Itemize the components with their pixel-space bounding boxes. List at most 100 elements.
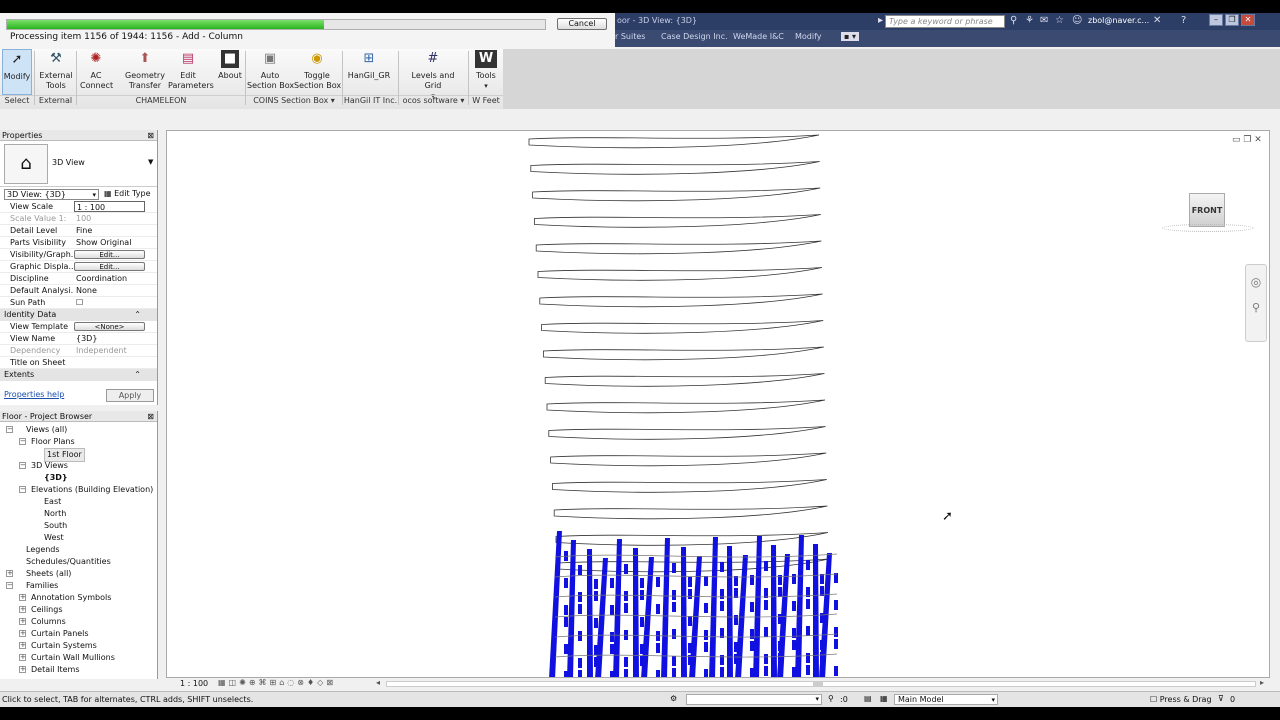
type-selector[interactable]: ⌂ 3D View ▼	[0, 141, 157, 187]
user-name[interactable]: zbol@naver.c...	[1088, 16, 1149, 25]
property-value[interactable]: Fine	[74, 225, 145, 236]
property-row[interactable]: Parts Visibility Show Original	[0, 237, 157, 249]
property-row[interactable]: Dependency Independent	[0, 345, 157, 357]
property-value[interactable]	[74, 357, 145, 368]
ac-connect-button[interactable]: ✺ AC Connect	[80, 49, 113, 91]
property-value[interactable]: None	[74, 285, 145, 296]
section-extents[interactable]: Extents ⌃	[0, 369, 157, 381]
steering-wheel-icon[interactable]: ◎	[1246, 275, 1266, 289]
tab-modify[interactable]: Modify	[795, 32, 822, 41]
subscription-icon[interactable]: ⚘	[1025, 15, 1034, 26]
browser-node[interactable]: North	[0, 508, 157, 520]
property-value[interactable]: 1 : 100	[74, 201, 145, 212]
property-value[interactable]: Coordination	[74, 273, 145, 284]
expand-icon[interactable]: +	[19, 630, 26, 637]
expand-icon[interactable]: +	[19, 618, 26, 625]
panel-label-hangil[interactable]: HanGil IT Inc.	[343, 95, 398, 106]
property-row[interactable]: View Template <None>	[0, 321, 157, 333]
property-edit-button[interactable]: <None>	[74, 322, 145, 331]
press-drag-toggle[interactable]: ☐ Press & Drag	[1150, 695, 1212, 704]
chevron-down-icon[interactable]: ▼	[148, 158, 153, 166]
edit-type-button[interactable]: ▦ Edit Type	[104, 189, 151, 198]
close-icon[interactable]: ⊠	[147, 130, 154, 141]
hangil-gr-button[interactable]: ⊞ HanGil_GR	[346, 49, 392, 81]
property-value[interactable]: Independent	[74, 345, 145, 356]
design-option-dropdown[interactable]: Main Model ▾	[894, 694, 998, 705]
browser-node[interactable]: 1st Floor	[0, 448, 157, 462]
communication-icon[interactable]: ✉	[1040, 15, 1048, 26]
external-tools-button[interactable]: ⚒ External Tools	[38, 49, 74, 91]
expand-icon[interactable]: +	[19, 594, 26, 601]
geometry-transfer-button[interactable]: ⬆ Geometry Transfer	[124, 49, 166, 91]
workset-dropdown[interactable]: ▾	[686, 694, 822, 705]
zoom-icon[interactable]: ⚲	[1246, 301, 1266, 314]
restore-button[interactable]: ❐	[1225, 14, 1239, 26]
browser-node[interactable]: + Curtain Wall Mullions	[0, 652, 157, 664]
expand-icon[interactable]: +	[19, 606, 26, 613]
scroll-left-icon[interactable]: ◂	[376, 678, 380, 687]
instance-selector[interactable]: 3D View: {3D} ▾	[4, 189, 99, 200]
worksets-icon[interactable]: ⚙	[670, 694, 677, 703]
filter-icon[interactable]: ⚲	[828, 694, 834, 703]
navigation-bar[interactable]: ◎ ⚲	[1245, 264, 1267, 342]
close-icon[interactable]: ⊠	[147, 411, 154, 422]
property-value[interactable]: {3D}	[74, 333, 145, 344]
property-value[interactable]: Show Original	[74, 237, 145, 248]
browser-node[interactable]: East	[0, 496, 157, 508]
section-identity-data[interactable]: Identity Data ⌃	[0, 309, 157, 321]
view-control-icons[interactable]: ▦◫✺⊕⌘⊞⌂◌⊗♦◇⊠	[218, 678, 336, 687]
close-button[interactable]: ✕	[1241, 14, 1255, 26]
favorites-star-icon[interactable]: ☆	[1055, 15, 1064, 26]
browser-node[interactable]: + Detail Items	[0, 664, 157, 676]
tab-options-dropdown[interactable]: ▪ ▾	[841, 32, 859, 41]
panel-label-wfeet[interactable]: W Feet	[469, 95, 503, 106]
property-row[interactable]: Discipline Coordination	[0, 273, 157, 285]
collapse-icon[interactable]: −	[6, 426, 13, 433]
browser-node[interactable]: West	[0, 532, 157, 544]
help-icon[interactable]: ?	[1181, 15, 1186, 26]
expand-arrow-icon[interactable]: ▸	[878, 15, 883, 26]
3d-view-canvas[interactable]: ▭ ❐ ✕ FRONT ◎ ⚲	[166, 130, 1270, 678]
edit-parameters-button[interactable]: ▤ Edit Parameters	[168, 49, 214, 91]
search-input[interactable]: Type a keyword or phrase	[885, 15, 1005, 28]
property-row[interactable]: Title on Sheet	[0, 357, 157, 369]
browser-node[interactable]: South	[0, 520, 157, 532]
exchange-icon[interactable]: ✕	[1153, 15, 1161, 26]
scrollbar-thumb[interactable]	[813, 682, 823, 686]
panel-label-external[interactable]: External	[35, 95, 76, 106]
tab-case-design[interactable]: Case Design Inc.	[661, 32, 728, 41]
browser-node[interactable]: − Elevations (Building Elevation)	[0, 484, 157, 496]
property-value[interactable]: ☐	[74, 297, 145, 308]
property-row[interactable]: Default Analysi... None	[0, 285, 157, 297]
cancel-button[interactable]: Cancel	[557, 18, 607, 30]
browser-node[interactable]: + Curtain Panels	[0, 628, 157, 640]
property-row[interactable]: Visibility/Graph... Edit...	[0, 249, 157, 261]
view-window-controls[interactable]: ▭ ❐ ✕	[1232, 135, 1262, 145]
design-options-icon[interactable]: ▦	[880, 694, 888, 703]
browser-node[interactable]: − Floor Plans	[0, 436, 157, 448]
auto-section-box-button[interactable]: ▣ Auto Section Box	[247, 49, 294, 91]
horizontal-scrollbar[interactable]	[386, 681, 1256, 687]
levels-and-grid-button[interactable]: # Levels and Grid ▾	[402, 49, 464, 101]
scroll-right-icon[interactable]: ▸	[1260, 678, 1264, 687]
tab-suites[interactable]: r Suites	[615, 32, 645, 41]
panel-label-chameleon[interactable]: CHAMELEON	[77, 95, 245, 106]
browser-node[interactable]: − Families	[0, 580, 157, 592]
property-row[interactable]: Detail Level Fine	[0, 225, 157, 237]
expand-icon[interactable]: +	[19, 666, 26, 673]
w-tools-button[interactable]: W Tools ▾	[472, 49, 500, 91]
property-row[interactable]: Sun Path ☐	[0, 297, 157, 309]
panel-label-ocos[interactable]: ocos software ▾	[399, 95, 468, 106]
expand-icon[interactable]: +	[19, 654, 26, 661]
view-scale[interactable]: 1 : 100	[180, 679, 208, 688]
browser-node[interactable]: −3D Views	[0, 460, 157, 472]
viewcube-compass[interactable]	[1162, 224, 1254, 232]
property-edit-button[interactable]: Edit...	[74, 262, 145, 271]
about-button[interactable]: ■ About	[216, 49, 244, 81]
collapse-icon[interactable]: −	[19, 462, 26, 469]
tab-wemade[interactable]: WeMade I&C	[733, 32, 784, 41]
modify-button[interactable]: ➚ Modify	[2, 49, 32, 95]
property-row[interactable]: View Name {3D}	[0, 333, 157, 345]
minimize-button[interactable]: –	[1209, 14, 1223, 26]
property-row[interactable]: Scale Value 1: 100	[0, 213, 157, 225]
